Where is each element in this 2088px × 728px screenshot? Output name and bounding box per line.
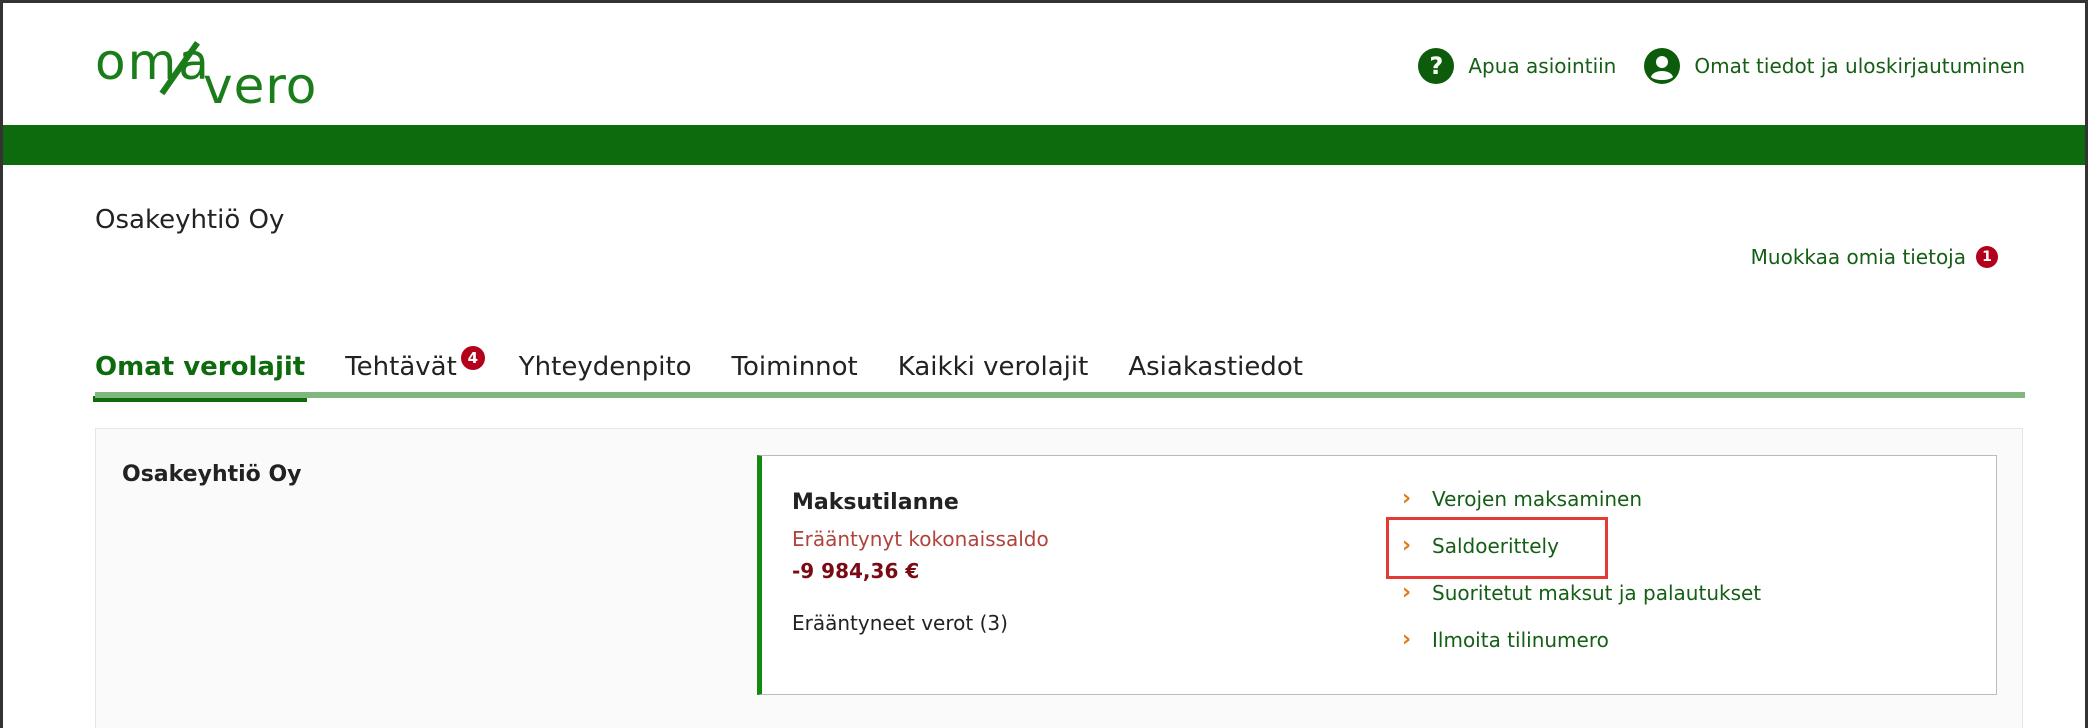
card-company-name: Osakeyhtiö Oy — [122, 462, 302, 487]
tab-label: Toiminnot — [731, 352, 858, 382]
link-label: Verojen maksaminen — [1432, 486, 1643, 511]
help-link-label: Apua asiointiin — [1468, 54, 1617, 78]
overdue-balance-amount: -9 984,36 € — [792, 559, 920, 583]
tab-label: Omat verolajit — [95, 352, 306, 382]
highlight-box — [1386, 517, 1608, 579]
edit-profile-label: Muokkaa omia tietoja — [1750, 245, 1966, 269]
tab-yhteydenpito[interactable]: Yhteydenpito — [519, 352, 692, 394]
payment-summary: Maksutilanne Erääntynyt kokonaissaldo -9… — [792, 490, 1049, 635]
link-label: Ilmoita tilinumero — [1432, 627, 1609, 652]
tab-label: Tehtävät — [345, 352, 457, 382]
link-label: Suoritetut maksut ja palautukset — [1432, 580, 1762, 605]
tab-tehtavat[interactable]: Tehtävät 4 — [345, 346, 485, 394]
edit-profile-link[interactable]: Muokkaa omia tietoja 1 — [1751, 245, 1998, 269]
tab-label: Asiakastiedot — [1128, 352, 1303, 382]
overdue-taxes-link[interactable]: Erääntyneet verot (3) — [792, 611, 1049, 635]
question-circle-icon: ? — [1418, 48, 1455, 84]
chevron-right-icon: › — [1402, 486, 1412, 511]
chevron-right-icon: › — [1402, 627, 1412, 652]
account-link-label: Omat tiedot ja uloskirjautuminen — [1694, 54, 2025, 78]
help-link[interactable]: ? Apua asiointiin — [1418, 48, 1616, 84]
link-saldoerittely[interactable]: › Saldoerittely — [1386, 517, 1761, 579]
account-link[interactable]: Omat tiedot ja uloskirjautuminen — [1644, 48, 2025, 84]
tab-kaikki-verolajit[interactable]: Kaikki verolajit — [898, 352, 1089, 394]
notification-badge: 1 — [1976, 246, 1998, 268]
tasks-count-badge: 4 — [460, 346, 485, 370]
chevron-right-icon: › — [1402, 580, 1412, 605]
tab-label: Kaikki verolajit — [897, 352, 1089, 382]
overdue-balance-label: Erääntynyt kokonaissaldo — [792, 527, 1049, 551]
top-links: ? Apua asiointiin Omat tiedot ja uloskir… — [1418, 48, 2025, 84]
link-suoritetut-maksut[interactable]: › Suoritetut maksut ja palautukset — [1402, 580, 1761, 605]
tab-toiminnot[interactable]: Toiminnot — [732, 352, 858, 394]
header-green-bar — [3, 125, 2085, 165]
payment-links: › Verojen maksaminen › Saldoerittely › S… — [1386, 486, 1761, 652]
tab-label: Yhteydenpito — [518, 352, 692, 382]
payment-status-title: Maksutilanne — [792, 490, 959, 515]
tab-omat-verolajit[interactable]: Omat verolajit — [92, 352, 308, 402]
omavero-logo[interactable]: oma vero — [95, 33, 345, 115]
site-header: oma vero ? Apua asiointiin Omat tiedot j… — [3, 3, 2085, 125]
link-verojen-maksaminen[interactable]: › Verojen maksaminen — [1402, 486, 1761, 511]
tabs-underline — [95, 392, 2025, 398]
company-title: Osakeyhtiö Oy — [95, 205, 285, 235]
payment-status-panel: Maksutilanne Erääntynyt kokonaissaldo -9… — [757, 455, 1997, 695]
link-ilmoita-tilinumero[interactable]: › Ilmoita tilinumero — [1402, 627, 1761, 652]
tab-asiakastiedot[interactable]: Asiakastiedot — [1128, 352, 1303, 394]
user-circle-icon — [1644, 48, 1681, 84]
logo-vero-text: vero — [203, 57, 318, 115]
main-tabs: Omat verolajit Tehtävät 4 Yhteydenpito T… — [92, 346, 1303, 402]
